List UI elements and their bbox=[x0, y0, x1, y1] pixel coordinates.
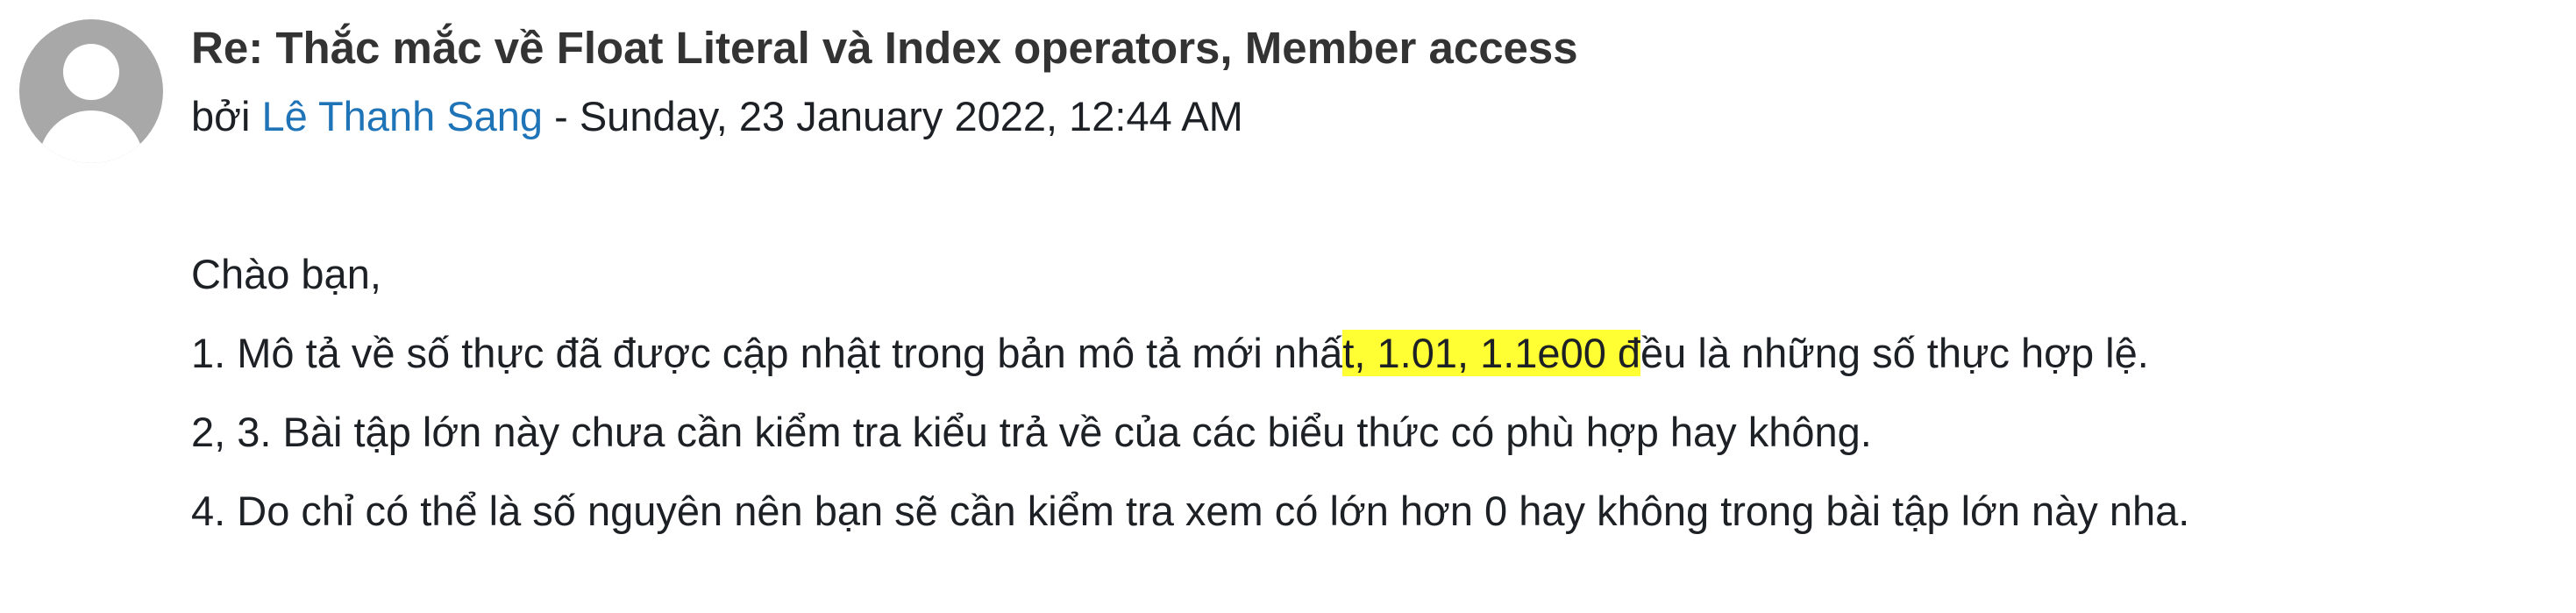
post-line-2: 2, 3. Bài tập lớn này chưa cần kiểm tra … bbox=[191, 409, 1872, 455]
post-byline: bởi Lê Thanh Sang - Sunday, 23 January 2… bbox=[191, 89, 1243, 144]
post-greeting: Chào bạn, bbox=[191, 251, 381, 297]
post-subject: Re: Thắc mắc về Float Literal và Index o… bbox=[191, 23, 1578, 73]
byline-separator: - bbox=[543, 93, 580, 139]
highlighted-text: t, 1.01, 1.1e00 đ bbox=[1342, 330, 1641, 376]
author-link[interactable]: Lê Thanh Sang bbox=[261, 93, 543, 139]
avatar-shoulders-shape bbox=[39, 110, 144, 163]
post-content: Chào bạn, 1. Mô tả về số thực đã được cậ… bbox=[191, 247, 2189, 563]
post-date: Sunday, 23 January 2022, 12:44 AM bbox=[579, 93, 1243, 139]
line-1-text-after: ều là những số thực hợp lệ. bbox=[1640, 330, 2149, 376]
user-avatar-icon[interactable] bbox=[19, 19, 163, 163]
line-1-text-before: 1. Mô tả về số thực đã được cập nhật tro… bbox=[191, 330, 1343, 376]
post-line-1: 1. Mô tả về số thực đã được cập nhật tro… bbox=[191, 326, 2189, 381]
post-line-3: 4. Do chỉ có thể là số nguyên nên bạn sẽ… bbox=[191, 488, 2190, 534]
forum-post: Re: Thắc mắc về Float Literal và Index o… bbox=[0, 0, 2576, 613]
byline-prefix: bởi bbox=[191, 93, 262, 139]
avatar-head-shape bbox=[63, 44, 119, 100]
